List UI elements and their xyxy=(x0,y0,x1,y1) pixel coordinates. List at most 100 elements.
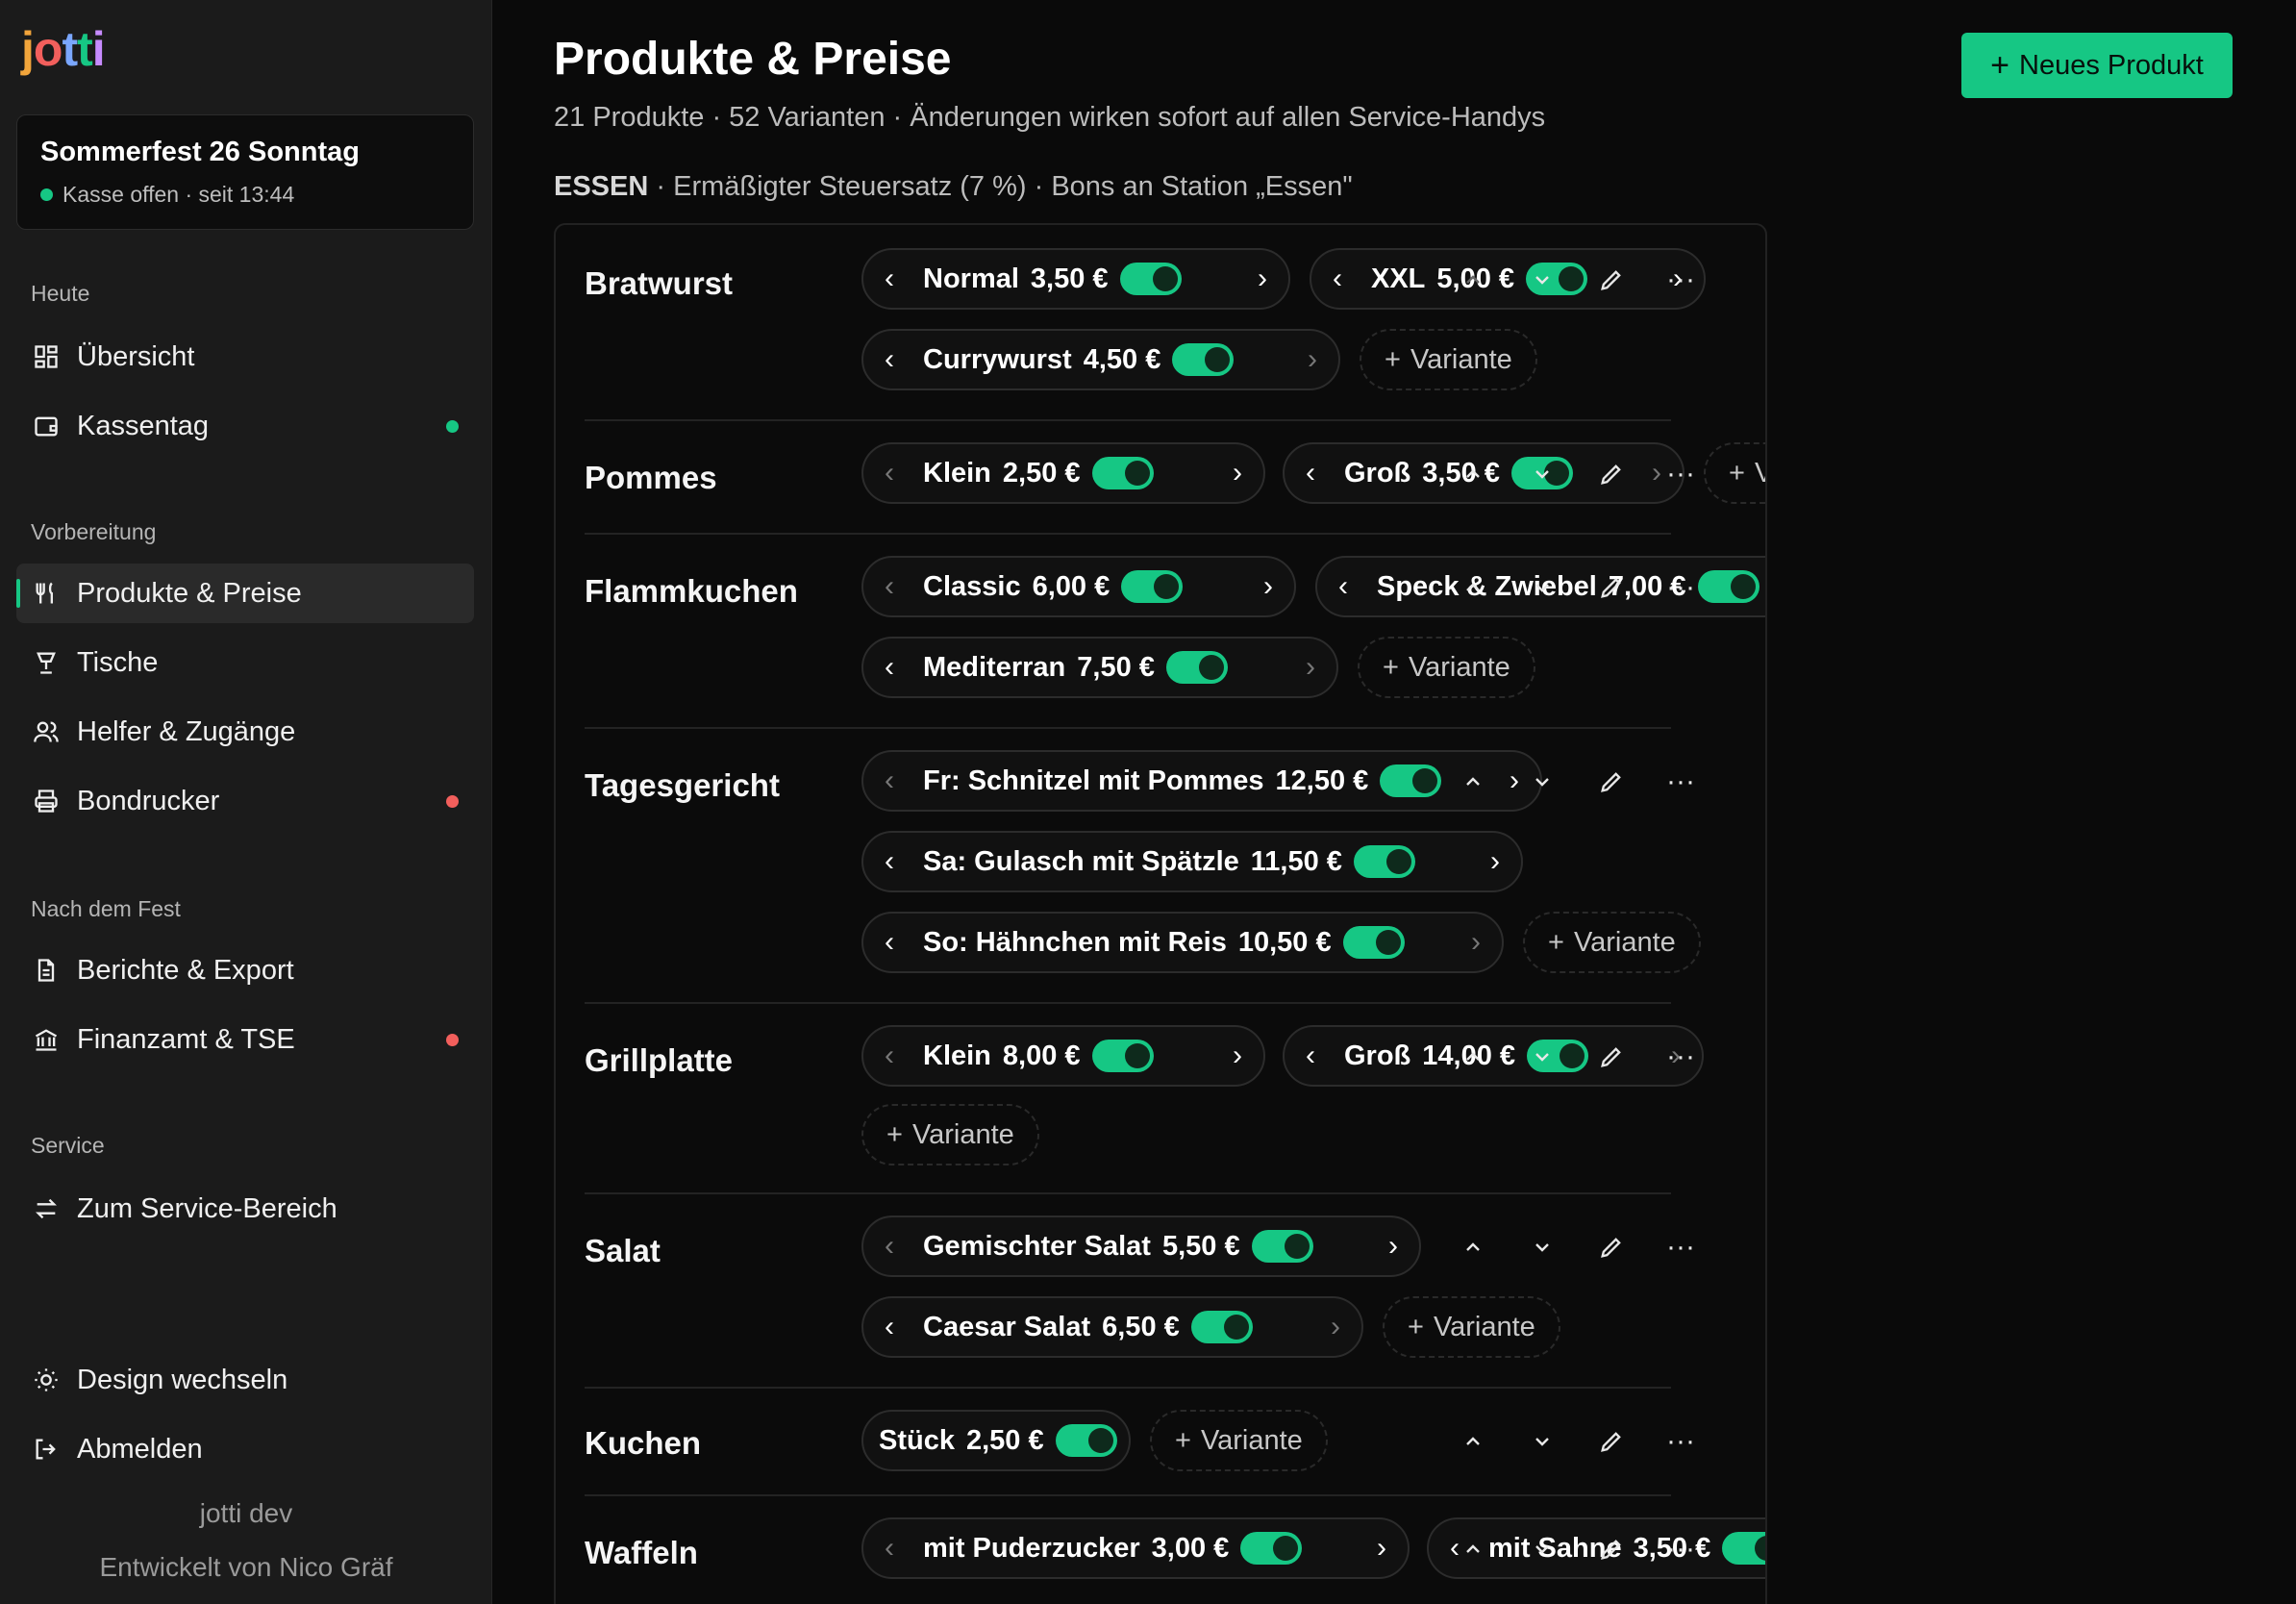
move-down-icon[interactable] xyxy=(1508,564,1577,612)
variant-active-toggle[interactable] xyxy=(1353,845,1415,878)
variant-active-toggle[interactable] xyxy=(1121,570,1184,603)
move-down-icon[interactable] xyxy=(1508,450,1577,498)
edit-pencil-icon[interactable] xyxy=(1577,256,1646,304)
chevron-right-icon[interactable]: › xyxy=(1469,845,1521,878)
add-variant-button[interactable]: +Variante xyxy=(1360,329,1537,390)
more-options-icon[interactable]: ··· xyxy=(1646,1417,1715,1466)
logo[interactable]: jotti xyxy=(21,21,106,77)
add-variant-button[interactable]: +Variante xyxy=(861,1104,1039,1165)
chevron-right-icon[interactable]: › xyxy=(1286,343,1338,376)
move-up-icon[interactable] xyxy=(1438,564,1508,612)
variant-pill[interactable]: ‹ mit Puderzucker 3,00 € › xyxy=(861,1517,1410,1579)
chevron-right-icon[interactable]: › xyxy=(1356,1532,1408,1565)
variant-active-toggle[interactable] xyxy=(1380,764,1442,797)
chevron-right-icon[interactable]: › xyxy=(1310,1311,1361,1343)
chevron-left-icon[interactable]: ‹ xyxy=(863,845,915,878)
edit-pencil-icon[interactable] xyxy=(1577,758,1646,806)
variant-pill[interactable]: ‹ Mediterran 7,50 € › xyxy=(861,637,1338,698)
move-up-icon[interactable] xyxy=(1438,1223,1508,1271)
variant-active-toggle[interactable] xyxy=(1091,1040,1154,1072)
sidebar-item-helfer[interactable]: Helfer & Zugänge xyxy=(16,702,474,762)
chevron-right-icon[interactable]: › xyxy=(1211,1040,1263,1072)
chevron-right-icon[interactable]: › xyxy=(1242,570,1294,603)
move-down-icon[interactable] xyxy=(1508,1525,1577,1573)
variant-active-toggle[interactable] xyxy=(1119,263,1182,295)
move-up-icon[interactable] xyxy=(1438,450,1508,498)
logout-button[interactable]: Abmelden xyxy=(16,1419,474,1479)
variant-pill[interactable]: ‹ Classic 6,00 € › xyxy=(861,556,1296,617)
chevron-left-icon[interactable]: ‹ xyxy=(863,1040,915,1072)
variant-active-toggle[interactable] xyxy=(1240,1532,1303,1565)
more-options-icon[interactable]: ··· xyxy=(1646,450,1715,498)
move-down-icon[interactable] xyxy=(1508,1223,1577,1271)
variant-pill[interactable]: ‹ Klein 8,00 € › xyxy=(861,1025,1265,1087)
chevron-right-icon[interactable]: › xyxy=(1367,1230,1419,1263)
variant-pill[interactable]: ‹ Currywurst 4,50 € › xyxy=(861,329,1340,390)
sidebar-item-bondrucker[interactable]: Bondrucker xyxy=(16,771,474,831)
variant-active-toggle[interactable] xyxy=(1172,343,1235,376)
edit-pencil-icon[interactable] xyxy=(1577,1223,1646,1271)
variant-active-toggle[interactable] xyxy=(1722,1532,1765,1565)
move-down-icon[interactable] xyxy=(1508,758,1577,806)
chevron-left-icon[interactable]: ‹ xyxy=(1317,570,1369,603)
variant-pill[interactable]: ‹ Normal 3,50 € › xyxy=(861,248,1290,310)
variant-active-toggle[interactable] xyxy=(1251,1230,1313,1263)
chevron-left-icon[interactable]: ‹ xyxy=(863,764,915,797)
move-up-icon[interactable] xyxy=(1438,1525,1508,1573)
chevron-left-icon[interactable]: ‹ xyxy=(863,926,915,959)
edit-pencil-icon[interactable] xyxy=(1577,1417,1646,1466)
design-toggle-button[interactable]: Design wechseln xyxy=(16,1350,474,1410)
variant-active-toggle[interactable] xyxy=(1091,457,1154,489)
chevron-right-icon[interactable]: › xyxy=(1285,651,1336,684)
chevron-left-icon[interactable]: ‹ xyxy=(863,1230,915,1263)
chevron-left-icon[interactable]: ‹ xyxy=(1285,457,1336,489)
edit-pencil-icon[interactable] xyxy=(1577,564,1646,612)
variant-pill[interactable]: ‹ Klein 2,50 € › xyxy=(861,442,1265,504)
more-options-icon[interactable]: ··· xyxy=(1646,1033,1715,1081)
chevron-left-icon[interactable]: ‹ xyxy=(863,651,915,684)
sidebar-item-service[interactable]: Zum Service-Bereich xyxy=(16,1179,474,1239)
variant-pill[interactable]: ‹ Caesar Salat 6,50 € › xyxy=(861,1296,1363,1358)
chevron-left-icon[interactable]: ‹ xyxy=(863,457,915,489)
add-variant-button[interactable]: +Variante xyxy=(1383,1296,1560,1358)
sidebar-item-tische[interactable]: Tische xyxy=(16,633,474,692)
more-options-icon[interactable]: ··· xyxy=(1646,758,1715,806)
chevron-left-icon[interactable]: ‹ xyxy=(1311,263,1363,295)
move-down-icon[interactable] xyxy=(1508,256,1577,304)
chevron-left-icon[interactable]: ‹ xyxy=(863,1311,915,1343)
variant-active-toggle[interactable] xyxy=(1165,651,1228,684)
more-options-icon[interactable]: ··· xyxy=(1646,256,1715,304)
variant-pill[interactable]: ‹ So: Hähnchen mit Reis 10,50 € › xyxy=(861,912,1504,973)
more-options-icon[interactable]: ··· xyxy=(1646,1223,1715,1271)
variant-active-toggle[interactable] xyxy=(1190,1311,1253,1343)
sidebar-item-produkte[interactable]: Produkte & Preise xyxy=(16,564,474,623)
chevron-left-icon[interactable]: ‹ xyxy=(863,343,915,376)
more-options-icon[interactable]: ··· xyxy=(1646,1525,1715,1573)
move-down-icon[interactable] xyxy=(1508,1033,1577,1081)
variant-pill[interactable]: Stück 2,50 € xyxy=(861,1410,1131,1471)
variant-pill[interactable]: ‹ Gemischter Salat 5,50 € › xyxy=(861,1216,1421,1277)
event-card[interactable]: Sommerfest 26 Sonntag Kasse offen · seit… xyxy=(16,114,474,230)
chevron-left-icon[interactable]: ‹ xyxy=(863,1532,915,1565)
edit-pencil-icon[interactable] xyxy=(1577,450,1646,498)
edit-pencil-icon[interactable] xyxy=(1577,1525,1646,1573)
move-up-icon[interactable] xyxy=(1438,1033,1508,1081)
variant-active-toggle[interactable] xyxy=(1342,926,1405,959)
chevron-left-icon[interactable]: ‹ xyxy=(863,570,915,603)
move-down-icon[interactable] xyxy=(1508,1417,1577,1466)
sidebar-item-finanzamt[interactable]: Finanzamt & TSE xyxy=(16,1010,474,1069)
add-variant-button[interactable]: +Variante xyxy=(1150,1410,1328,1471)
variant-active-toggle[interactable] xyxy=(1055,1424,1117,1457)
chevron-right-icon[interactable]: › xyxy=(1450,926,1502,959)
chevron-left-icon[interactable]: ‹ xyxy=(1285,1040,1336,1072)
move-up-icon[interactable] xyxy=(1438,256,1508,304)
chevron-right-icon[interactable]: › xyxy=(1211,457,1263,489)
add-variant-button[interactable]: +Variante xyxy=(1358,637,1535,698)
move-up-icon[interactable] xyxy=(1438,758,1508,806)
chevron-left-icon[interactable]: ‹ xyxy=(863,263,915,295)
sidebar-item-uebersicht[interactable]: Übersicht xyxy=(16,327,474,387)
chevron-right-icon[interactable]: › xyxy=(1236,263,1288,295)
edit-pencil-icon[interactable] xyxy=(1577,1033,1646,1081)
sidebar-item-kassentag[interactable]: Kassentag xyxy=(16,396,474,456)
move-up-icon[interactable] xyxy=(1438,1417,1508,1466)
